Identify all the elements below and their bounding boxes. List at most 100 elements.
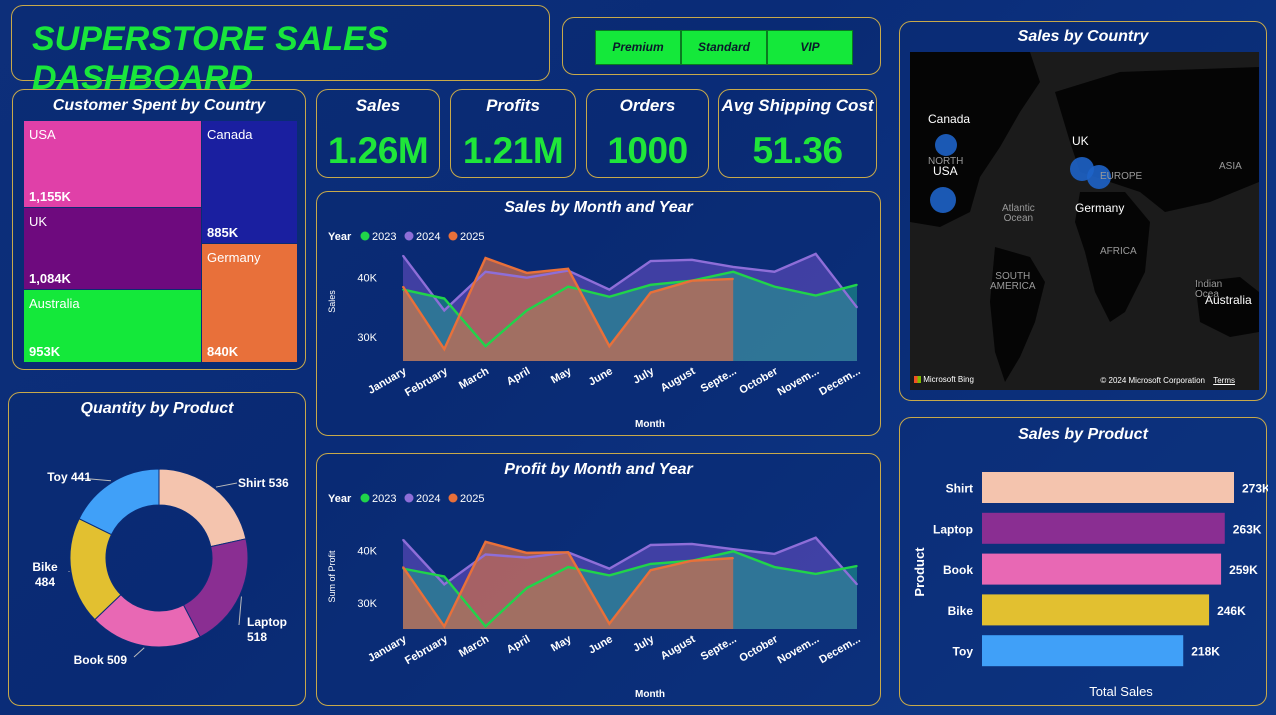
treemap-cell-usa[interactable]: USA 1,155K bbox=[24, 121, 201, 207]
bing-brand-text: Microsoft Bing bbox=[923, 375, 974, 384]
data-point-2024 bbox=[443, 583, 446, 586]
data-point-2025 bbox=[608, 345, 611, 347]
bar-value-label: 259K bbox=[1229, 563, 1258, 577]
map-copyright: © 2024 Microsoft Corporation Terms bbox=[1100, 376, 1235, 385]
data-point-2023 bbox=[773, 566, 776, 568]
data-point-2025 bbox=[443, 625, 446, 628]
sales-product-panel: Sales by Product Shirt 273K Laptop 263K Book… bbox=[899, 417, 1268, 706]
data-point-2024 bbox=[773, 553, 776, 555]
legend-title: Year bbox=[328, 231, 352, 243]
bar-laptop bbox=[982, 512, 1225, 544]
map-canvas[interactable]: Canada USA UK Germany Australia NORTH At… bbox=[910, 52, 1259, 390]
bar-y-axis-label: Product bbox=[912, 547, 927, 597]
map-region-africa: AFRICA bbox=[1100, 246, 1137, 257]
legend-label: 2023 bbox=[372, 231, 396, 243]
map-region-asia: ASIA bbox=[1219, 161, 1242, 172]
data-point-2023 bbox=[649, 563, 652, 565]
slicer-vip-button[interactable]: VIP bbox=[767, 30, 853, 65]
legend-marker bbox=[360, 231, 370, 241]
x-tick-label: January bbox=[366, 633, 409, 665]
treemap-cell-label: USA bbox=[29, 127, 56, 142]
data-point-2024 bbox=[526, 556, 528, 559]
legend-label: 2024 bbox=[416, 231, 440, 243]
kpi-profits-card[interactable]: Profits 1.21M bbox=[450, 89, 576, 178]
x-tick-label: June bbox=[587, 633, 615, 656]
map-region-europe: EUROPE bbox=[1100, 171, 1143, 182]
map-bubble-usa[interactable] bbox=[930, 187, 956, 213]
donut-data-label: 484 bbox=[35, 575, 55, 589]
data-point-2025 bbox=[691, 559, 693, 562]
map-bubble-canada[interactable] bbox=[935, 134, 957, 156]
legend-marker bbox=[404, 493, 414, 503]
data-point-2025 bbox=[526, 552, 528, 554]
donut-data-label: Book 509 bbox=[74, 653, 128, 667]
x-tick-label: Novem... bbox=[776, 633, 822, 666]
x-tick-label: October bbox=[737, 633, 780, 665]
bar-category-label: Toy bbox=[953, 645, 974, 659]
legend-title: Year bbox=[328, 493, 352, 505]
map-title: Sales by Country bbox=[1017, 28, 1149, 45]
x-axis-label: Month bbox=[635, 689, 665, 700]
legend-label: 2024 bbox=[416, 493, 440, 505]
legend-label: 2025 bbox=[460, 231, 484, 243]
x-tick-label: June bbox=[587, 365, 615, 388]
x-tick-label: April bbox=[505, 365, 533, 388]
data-point-2023 bbox=[732, 550, 734, 553]
bar-shirt bbox=[982, 472, 1234, 503]
treemap-cell-canada[interactable]: Canada 885K bbox=[202, 121, 297, 243]
data-point-2025 bbox=[608, 622, 611, 625]
donut-leader-line bbox=[133, 647, 145, 658]
legend-marker bbox=[448, 231, 458, 241]
data-point-2023 bbox=[526, 587, 528, 589]
data-point-2025 bbox=[732, 557, 734, 559]
profit-month-panel: Profit by Month and Year Year 2023 2024 202… bbox=[316, 453, 881, 706]
data-point-2025 bbox=[691, 279, 693, 282]
treemap-cell-value: 885K bbox=[207, 225, 239, 240]
kpi-orders-card[interactable]: Orders 1000 bbox=[586, 89, 709, 178]
y-tick-label: 40K bbox=[357, 273, 377, 285]
data-point-2024 bbox=[649, 544, 652, 546]
data-point-2024 bbox=[526, 276, 528, 279]
bing-logo: Microsoft Bing bbox=[914, 375, 974, 384]
bar-category-label: Shirt bbox=[946, 482, 973, 496]
kpi-shipping-label: Avg Shipping Cost bbox=[721, 96, 874, 115]
data-point-2024 bbox=[773, 270, 776, 273]
x-tick-label: Novem... bbox=[776, 365, 822, 398]
bar-value-label: 263K bbox=[1233, 522, 1262, 536]
sales-bar-chart: Shirt 273K Laptop 263K Book 259K Bike 246K Toy 21… bbox=[912, 472, 1268, 699]
donut-data-label: Shirt 536 bbox=[238, 476, 289, 490]
profit-area-chart: Year 2023 2024 2025 30K 40K Sum of Profit Janua… bbox=[327, 493, 863, 700]
kpi-shipping-value: 51.36 bbox=[752, 130, 843, 171]
treemap-cell-uk[interactable]: UK 1,084K bbox=[24, 208, 201, 289]
bar-bike bbox=[982, 594, 1210, 626]
treemap-cell-label: UK bbox=[29, 214, 48, 229]
treemap-cell-label: Germany bbox=[207, 250, 261, 265]
data-point-2025 bbox=[484, 541, 487, 543]
y-tick-label: 30K bbox=[357, 332, 377, 344]
bar-toy bbox=[982, 635, 1184, 667]
data-point-2025 bbox=[402, 285, 404, 288]
treemap-cell-value: 840K bbox=[207, 344, 239, 359]
slicer-premium-button[interactable]: Premium bbox=[595, 30, 681, 65]
slicer-standard-button[interactable]: Standard bbox=[681, 30, 767, 65]
x-tick-label: April bbox=[505, 633, 533, 656]
segment-slicer: Premium Standard VIP bbox=[562, 17, 881, 75]
kpi-shipping-card[interactable]: Avg Shipping Cost 51.36 bbox=[718, 89, 877, 178]
data-point-2024 bbox=[732, 548, 734, 550]
data-point-2023 bbox=[567, 566, 569, 568]
treemap-title: Customer Spent by Country bbox=[52, 97, 266, 114]
donut-data-label: Bike bbox=[32, 560, 58, 574]
treemap-cell-value: 1,084K bbox=[29, 271, 71, 286]
bar-book bbox=[982, 553, 1222, 585]
y-axis-label: Sales bbox=[327, 290, 337, 313]
title-panel: SUPERSTORE SALES DASHBOARD bbox=[11, 5, 550, 97]
kpi-sales-card[interactable]: Sales 1.26M bbox=[316, 89, 440, 178]
kpi-sales-value: 1.26M bbox=[327, 130, 429, 171]
data-point-2023 bbox=[608, 295, 611, 298]
x-tick-label: August bbox=[659, 633, 698, 663]
treemap-cell-australia[interactable]: Australia 953K bbox=[24, 290, 201, 362]
bar-value-label: 218K bbox=[1191, 645, 1220, 659]
data-point-2025 bbox=[732, 278, 734, 280]
treemap-cell-germany[interactable]: Germany 840K bbox=[202, 244, 297, 362]
terms-link[interactable]: Terms bbox=[1213, 376, 1235, 385]
